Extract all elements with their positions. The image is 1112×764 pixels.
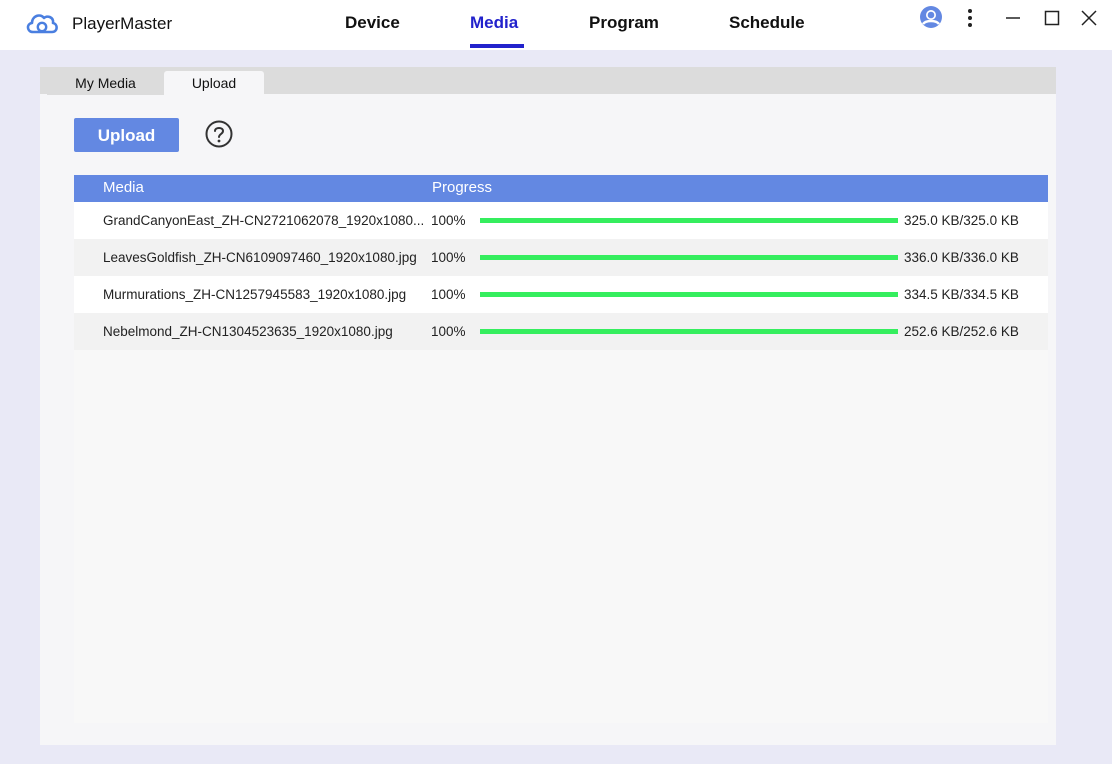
help-icon[interactable] (204, 119, 234, 149)
sub-tab-strip: My Media Upload (40, 67, 1056, 95)
table-row[interactable]: LeavesGoldfish_ZH-CN6109097460_1920x1080… (74, 239, 1048, 276)
file-size: 336.0 KB/336.0 KB (904, 250, 1019, 265)
file-size: 325.0 KB/325.0 KB (904, 213, 1019, 228)
progress-bar (480, 329, 898, 334)
nav-tab-program[interactable]: Program (589, 13, 659, 33)
column-header-progress: Progress (432, 179, 493, 196)
table-row[interactable]: GrandCanyonEast_ZH-CN2721062078_1920x108… (74, 202, 1048, 239)
progress-bar-fill (480, 218, 898, 223)
cloud-logo-icon (26, 14, 58, 34)
progress-bar-fill (480, 255, 898, 260)
progress-bar-fill (480, 329, 898, 334)
title-bar: PlayerMaster Device Media Program Schedu… (0, 0, 1112, 50)
progress-percent: 100% (431, 213, 466, 228)
user-avatar-icon[interactable] (919, 5, 943, 29)
tab-upload[interactable]: Upload (164, 71, 264, 95)
upload-table: Media Progress GrandCanyonEast_ZH-CN2721… (74, 175, 1048, 723)
nav-tab-media[interactable]: Media (470, 13, 518, 33)
media-panel: My Media Upload Upload Media Progress Gr… (40, 67, 1056, 745)
more-vertical-icon[interactable] (958, 6, 982, 30)
table-header: Media Progress (74, 175, 1048, 202)
progress-percent: 100% (431, 250, 466, 265)
progress-percent: 100% (431, 324, 466, 339)
maximize-icon[interactable] (1040, 6, 1064, 30)
file-size: 334.5 KB/334.5 KB (904, 287, 1019, 302)
media-name: Nebelmond_ZH-CN1304523635_1920x1080.jpg (103, 324, 393, 339)
progress-percent: 100% (431, 287, 466, 302)
close-icon[interactable] (1077, 6, 1101, 30)
progress-bar (480, 255, 898, 260)
media-name: Murmurations_ZH-CN1257945583_1920x1080.j… (103, 287, 407, 302)
upload-button[interactable]: Upload (74, 118, 179, 152)
file-size: 252.6 KB/252.6 KB (904, 324, 1019, 339)
media-name: GrandCanyonEast_ZH-CN2721062078_1920x108… (103, 213, 423, 228)
progress-bar (480, 292, 898, 297)
minimize-icon[interactable] (1001, 6, 1025, 30)
nav-tab-schedule[interactable]: Schedule (729, 13, 805, 33)
table-row[interactable]: Murmurations_ZH-CN1257945583_1920x1080.j… (74, 276, 1048, 313)
table-row[interactable]: Nebelmond_ZH-CN1304523635_1920x1080.jpg … (74, 313, 1048, 350)
active-tab-indicator (470, 44, 524, 48)
tab-my-media[interactable]: My Media (47, 71, 164, 95)
progress-bar-fill (480, 292, 898, 297)
nav-tab-device[interactable]: Device (345, 13, 400, 33)
media-name: LeavesGoldfish_ZH-CN6109097460_1920x1080… (103, 250, 417, 265)
progress-bar (480, 218, 898, 223)
column-header-media: Media (103, 179, 144, 196)
app-title: PlayerMaster (72, 14, 173, 33)
